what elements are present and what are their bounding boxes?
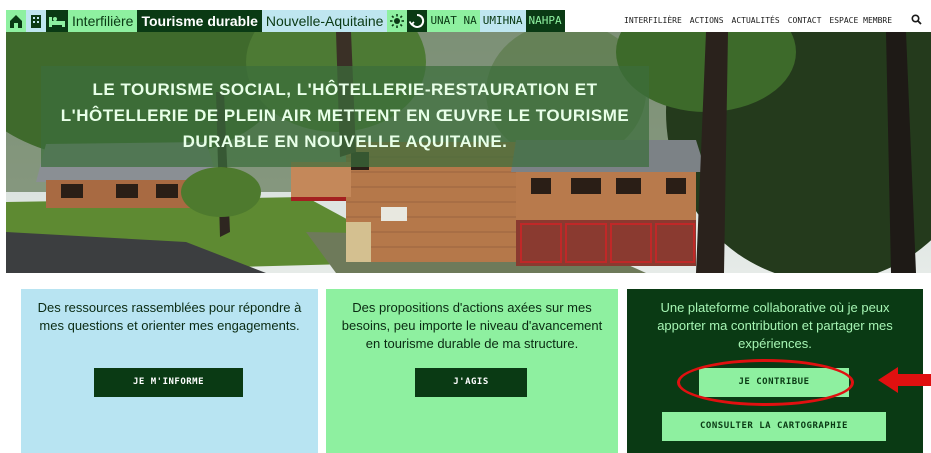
search-icon[interactable]: [909, 12, 925, 28]
nav-actions[interactable]: ACTIONS: [690, 13, 724, 29]
card-jagis: Des propositions d'actions axées sur mes…: [326, 289, 618, 453]
nav-contact[interactable]: CONTACT: [788, 13, 822, 29]
hero-title-line-2: L'HÔTELLERIE DE PLEIN AIR METTENT EN ŒUV…: [60, 106, 630, 125]
je-contribue-button[interactable]: JE CONTRIBUE: [699, 368, 849, 397]
brand-word-nouvelle-aquitaine: Nouvelle-Aquitaine: [261, 10, 388, 32]
hero-title-box: LE TOURISME SOCIAL, L'HÔTELLERIE-RESTAUR…: [41, 66, 649, 167]
main-nav: INTERFILIÈRE ACTIONS ACTUALITÉS CONTACT …: [624, 13, 892, 29]
card-je-contribue: Une plateforme collaborative où je peux …: [627, 289, 923, 453]
card-je-minforme: Des ressources rassemblées pour répondre…: [21, 289, 318, 453]
card-text-line: en tourisme durable de ma structure.: [365, 336, 579, 351]
je-minforme-button[interactable]: JE M'INFORME: [94, 368, 243, 397]
card-description: Une plateforme collaborative où je peux …: [637, 299, 913, 353]
hero-title-line-3: DURABLE EN NOUVELLE AQUITAINE.: [182, 132, 508, 151]
building-icon: [26, 10, 46, 32]
top-bar: Interfilière Tourisme durable Nouvelle-A…: [0, 0, 931, 32]
nav-actualites[interactable]: ACTUALITÉS: [732, 13, 780, 29]
badge-unat-na: UNAT NA: [427, 10, 480, 32]
house-icon: [6, 10, 26, 32]
bed-icon: [46, 10, 68, 32]
badge-nahpa: NAHPA: [525, 10, 565, 32]
brand-word-tourisme-durable: Tourisme durable: [137, 10, 262, 32]
card-text-line: apporter ma contribution et partager mes: [657, 318, 893, 333]
consulter-cartographie-button[interactable]: CONSULTER LA CARTOGRAPHIE: [662, 412, 886, 441]
brand-word-interfiliere: Interfilière: [68, 10, 138, 32]
recycle-icon: [407, 10, 428, 32]
card-text-line: besoins, peu importe le niveau d'avancem…: [341, 318, 603, 333]
sun-icon: [387, 10, 408, 32]
hero-title: LE TOURISME SOCIAL, L'HÔTELLERIE-RESTAUR…: [41, 66, 649, 167]
card-description: Des propositions d'actions axées sur mes…: [336, 299, 608, 353]
jagis-button[interactable]: J'AGIS: [415, 368, 527, 397]
card-text-line: Des propositions d'actions axées sur mes: [352, 300, 592, 315]
nav-espace-membre[interactable]: ESPACE MEMBRE: [829, 13, 892, 29]
card-text-line: Une plateforme collaborative où je peux: [660, 300, 890, 315]
card-text-line: mes questions et orienter mes engagement…: [39, 318, 300, 333]
nav-interfiliere[interactable]: INTERFILIÈRE: [624, 13, 682, 29]
brand-logo[interactable]: Interfilière Tourisme durable Nouvelle-A…: [6, 10, 565, 32]
hero-banner: LE TOURISME SOCIAL, L'HÔTELLERIE-RESTAUR…: [6, 32, 931, 273]
badge-umihna: UMIHNA: [479, 10, 526, 32]
card-text-line: Des ressources rassemblées pour répondre…: [37, 300, 302, 315]
card-text-line: expériences.: [738, 336, 812, 351]
card-description: Des ressources rassemblées pour répondre…: [31, 299, 308, 335]
hero-title-line-1: LE TOURISME SOCIAL, L'HÔTELLERIE-RESTAUR…: [92, 80, 598, 99]
